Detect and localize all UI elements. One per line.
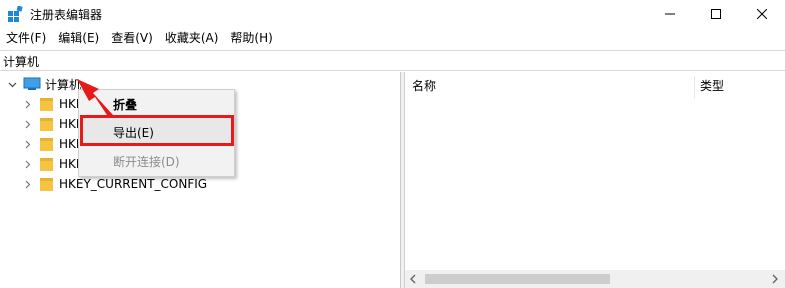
address-bar[interactable]: 计算机 bbox=[0, 50, 785, 71]
horizontal-scrollbar[interactable] bbox=[405, 270, 785, 288]
tree-node[interactable]: HKEY_CURRENT_CONFIG bbox=[20, 174, 207, 194]
menu-view[interactable]: 查看(V) bbox=[105, 29, 159, 48]
folder-icon bbox=[40, 138, 53, 151]
chevron-right-icon[interactable] bbox=[20, 97, 34, 111]
maximize-icon bbox=[711, 9, 721, 19]
regedit-icon bbox=[8, 6, 23, 22]
minimize-icon bbox=[665, 13, 675, 15]
column-header-type[interactable]: 类型 bbox=[700, 77, 724, 94]
menu-file[interactable]: 文件(F) bbox=[0, 29, 52, 48]
scroll-left-icon[interactable] bbox=[408, 274, 418, 284]
menu-bar: 文件(F) 编辑(E) 查看(V) 收藏夹(A) 帮助(H) bbox=[0, 29, 785, 48]
tree-node[interactable]: HKE bbox=[20, 114, 83, 134]
scroll-right-icon[interactable] bbox=[770, 274, 780, 284]
menu-item-collapse[interactable]: 折叠 bbox=[113, 96, 137, 113]
folder-icon bbox=[40, 158, 53, 171]
tree-node[interactable]: HKE bbox=[20, 134, 83, 154]
close-button[interactable] bbox=[739, 0, 785, 28]
chevron-down-icon[interactable] bbox=[5, 77, 19, 91]
chevron-right-icon[interactable] bbox=[20, 177, 34, 191]
column-divider[interactable] bbox=[694, 76, 695, 98]
folder-icon bbox=[40, 98, 53, 111]
chevron-right-icon[interactable] bbox=[20, 137, 34, 151]
scrollbar-thumb[interactable] bbox=[425, 274, 610, 284]
column-header-name[interactable]: 名称 bbox=[412, 77, 436, 94]
folder-icon bbox=[40, 178, 53, 191]
menu-help[interactable]: 帮助(H) bbox=[224, 29, 278, 48]
minimize-button[interactable] bbox=[647, 0, 693, 28]
window-title: 注册表编辑器 bbox=[30, 8, 103, 22]
tree-node[interactable]: HKE bbox=[20, 154, 83, 174]
list-pane[interactable]: 名称 类型 bbox=[405, 72, 785, 288]
tree-node-label: HKEY_CURRENT_CONFIG bbox=[59, 177, 208, 191]
annotation-highlight-box bbox=[80, 115, 234, 146]
chevron-right-icon[interactable] bbox=[20, 117, 34, 131]
folder-icon bbox=[40, 118, 53, 131]
annotation-arrow-icon bbox=[77, 79, 113, 117]
menu-favorites[interactable]: 收藏夹(A) bbox=[159, 29, 225, 48]
close-icon bbox=[757, 9, 767, 19]
chevron-right-icon[interactable] bbox=[20, 157, 34, 171]
maximize-button[interactable] bbox=[693, 0, 739, 28]
menu-edit[interactable]: 编辑(E) bbox=[52, 29, 105, 48]
menu-item-disconnect[interactable]: 断开连接(D) bbox=[113, 153, 180, 170]
address-path: 计算机 bbox=[3, 55, 40, 69]
computer-icon bbox=[23, 77, 41, 90]
title-bar: 注册表编辑器 bbox=[0, 0, 785, 28]
